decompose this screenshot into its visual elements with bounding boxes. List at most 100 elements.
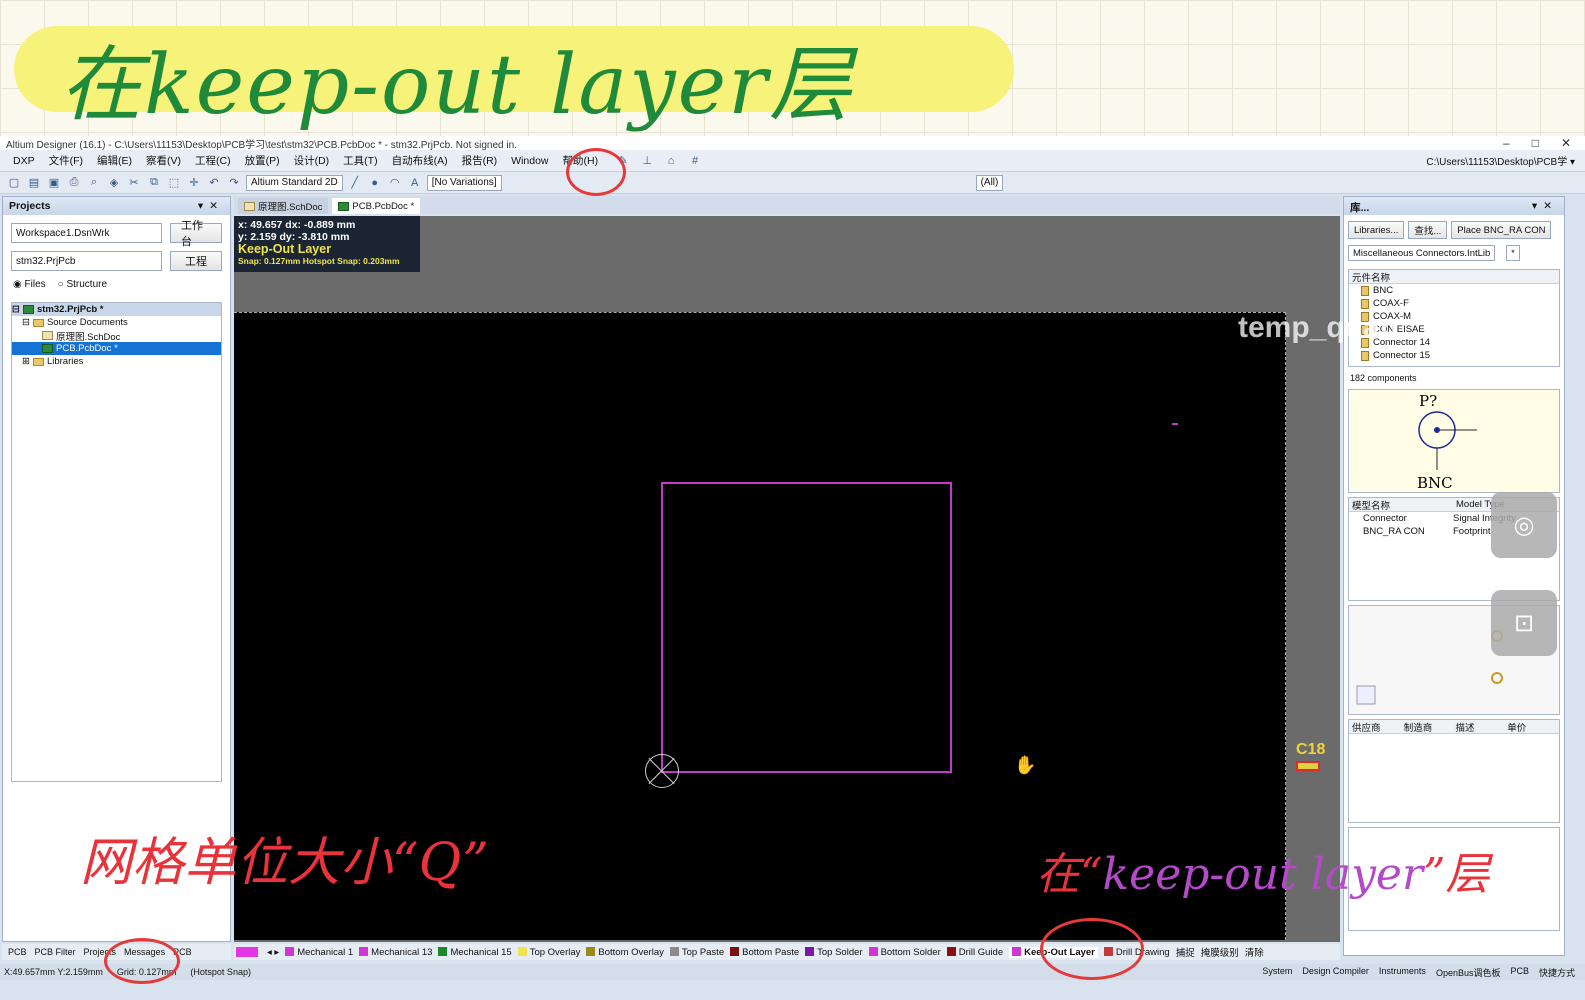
layer-tab[interactable]: Bottom Overlay: [586, 946, 664, 958]
redo-icon[interactable]: ↷: [226, 175, 242, 191]
layer-tab-label: Bottom Solder: [880, 946, 941, 958]
model-name-header[interactable]: 模型名称: [1352, 498, 1456, 512]
manufacturer-col[interactable]: 制造商: [1404, 720, 1456, 734]
menu-file[interactable]: 文件(F): [42, 153, 90, 168]
copy-icon[interactable]: ⧉: [146, 175, 162, 191]
minimize-icon[interactable]: –: [1503, 136, 1510, 150]
menu-project[interactable]: 工程(C): [188, 153, 238, 168]
library-select[interactable]: Miscellaneous Connectors.IntLib: [1348, 245, 1496, 261]
list-item[interactable]: BNC: [1349, 284, 1559, 297]
tab-pcb-filter[interactable]: PCB Filter: [35, 947, 76, 957]
select-icon[interactable]: ⬚: [166, 175, 182, 191]
status-pcb[interactable]: PCB: [1510, 966, 1529, 979]
list-item[interactable]: COAX-F: [1349, 297, 1559, 310]
layer-extra-button[interactable]: 捕捉: [1176, 945, 1195, 959]
layer-extra-button[interactable]: 掩膜级别: [1201, 945, 1239, 959]
menu-design[interactable]: 设计(D): [287, 153, 337, 168]
new-icon[interactable]: ▢: [6, 175, 22, 191]
menu-view[interactable]: 察看(V): [139, 153, 188, 168]
structure-radio[interactable]: ○ Structure: [58, 279, 107, 290]
tab-pcb[interactable]: PCB.PcbDoc *: [332, 198, 421, 214]
model-type: Footprint: [1453, 526, 1491, 537]
unit-price-col[interactable]: 单价: [1507, 720, 1559, 734]
place-button[interactable]: Place BNC_RA CON: [1451, 221, 1552, 239]
description-col[interactable]: 描述: [1456, 720, 1508, 734]
layer-extra-button[interactable]: 清除: [1245, 945, 1264, 959]
project-path[interactable]: C:\Users\11153\Desktop\PCB学 ▾: [1426, 153, 1585, 168]
status-shortcuts[interactable]: 快捷方式: [1539, 966, 1575, 979]
list-item[interactable]: Connector 15: [1349, 349, 1559, 362]
camera-icon[interactable]: ◎: [1491, 492, 1557, 558]
current-layer-swatch[interactable]: [236, 947, 258, 957]
tree-source-documents[interactable]: ⊟ Source Documents: [12, 316, 221, 329]
status-system[interactable]: System: [1262, 966, 1292, 979]
tree-project-root[interactable]: ⊟ stm32.PrjPcb *: [12, 303, 221, 316]
layer-color-swatch: [359, 946, 369, 956]
layer-tab[interactable]: Mechanical 13: [359, 946, 432, 958]
layer-color-swatch: [730, 946, 740, 956]
menu-autoroute[interactable]: 自动布线(A): [385, 153, 455, 168]
menu-window[interactable]: Window: [504, 155, 555, 167]
filter-input[interactable]: *: [1506, 245, 1520, 261]
workspace-combo[interactable]: Workspace1.DsnWrk: [11, 223, 162, 243]
c18-pad[interactable]: [1296, 761, 1320, 771]
cut-icon[interactable]: ✂: [126, 175, 142, 191]
arc-icon[interactable]: ◠: [387, 175, 403, 191]
libraries-button[interactable]: Libraries...: [1348, 221, 1405, 239]
maximize-icon[interactable]: □: [1532, 136, 1539, 150]
component-icon[interactable]: ⌂: [663, 153, 679, 169]
tab-pcb-panel[interactable]: PCB: [8, 947, 27, 957]
menu-edit[interactable]: 编辑(E): [90, 153, 139, 168]
status-openbus[interactable]: OpenBus调色板: [1436, 966, 1501, 979]
layer-tab[interactable]: Mechanical 1: [285, 946, 353, 958]
view-config-combo[interactable]: Altium Standard 2D: [246, 174, 343, 191]
layer-color-swatch: [805, 946, 815, 956]
layer-nav-icon[interactable]: ◂ ▸: [267, 947, 279, 958]
undo-icon[interactable]: ↶: [206, 175, 222, 191]
menu-dxp[interactable]: DXP: [6, 155, 42, 167]
align-icon[interactable]: ⊥: [639, 153, 655, 169]
project-field[interactable]: stm32.PrjPcb: [11, 251, 162, 271]
workspace-button[interactable]: 工作台: [170, 220, 222, 248]
project-button[interactable]: 工程: [170, 251, 222, 271]
tree-pcb-doc[interactable]: PCB.PcbDoc *: [12, 342, 221, 355]
layers-icon[interactable]: ◈: [106, 175, 122, 191]
menu-tools[interactable]: 工具(T): [336, 153, 384, 168]
zoom-icon[interactable]: ⌕: [86, 175, 102, 191]
save-icon[interactable]: ▣: [46, 175, 62, 191]
layer-tab[interactable]: Drill Guide: [946, 946, 1003, 958]
via-icon[interactable]: ●: [367, 175, 383, 191]
menu-reports[interactable]: 报告(R): [455, 153, 505, 168]
files-radio[interactable]: ◉ Files: [13, 279, 46, 290]
grid-icon[interactable]: #: [687, 153, 703, 169]
symbol-preview: P? BNC: [1348, 389, 1560, 493]
layer-tab[interactable]: Bottom Solder: [868, 946, 941, 958]
move-icon[interactable]: ✛: [186, 175, 202, 191]
tab-schematic[interactable]: 原理图.SchDoc: [238, 198, 329, 214]
keepout-outline[interactable]: [661, 482, 952, 773]
variations-combo[interactable]: [No Variations]: [426, 174, 502, 191]
panel-controls[interactable]: ▾✕: [198, 200, 224, 212]
tree-sch-doc[interactable]: 原理图.SchDoc: [12, 329, 221, 343]
panel-controls[interactable]: ▾✕: [1532, 200, 1558, 212]
open-icon[interactable]: ▤: [26, 175, 42, 191]
layer-tab[interactable]: Top Paste: [669, 946, 724, 958]
layer-tab[interactable]: Top Solder: [805, 946, 863, 958]
unlock-icon[interactable]: ⊡: [1491, 590, 1557, 656]
component-name-header[interactable]: 元件名称: [1349, 270, 1559, 284]
text-icon[interactable]: A: [407, 175, 423, 191]
print-icon[interactable]: ⎙: [66, 175, 82, 191]
layer-tab[interactable]: Top Overlay: [517, 946, 580, 958]
supplier-col[interactable]: 供应商: [1352, 720, 1404, 734]
tree-libraries[interactable]: ⊞ Libraries: [12, 355, 221, 368]
layer-tab[interactable]: Bottom Paste: [730, 946, 799, 958]
search-button[interactable]: 查找...: [1408, 221, 1448, 239]
filter-all-combo[interactable]: (All): [975, 174, 1004, 191]
c18-designator[interactable]: C18: [1296, 741, 1325, 759]
route-icon[interactable]: ╱: [347, 175, 363, 191]
menu-place[interactable]: 放置(P): [238, 153, 287, 168]
close-icon[interactable]: ✕: [1561, 136, 1571, 150]
status-instruments[interactable]: Instruments: [1379, 966, 1426, 979]
layer-tab[interactable]: Mechanical 15: [438, 946, 512, 958]
status-design-compiler[interactable]: Design Compiler: [1302, 966, 1369, 979]
